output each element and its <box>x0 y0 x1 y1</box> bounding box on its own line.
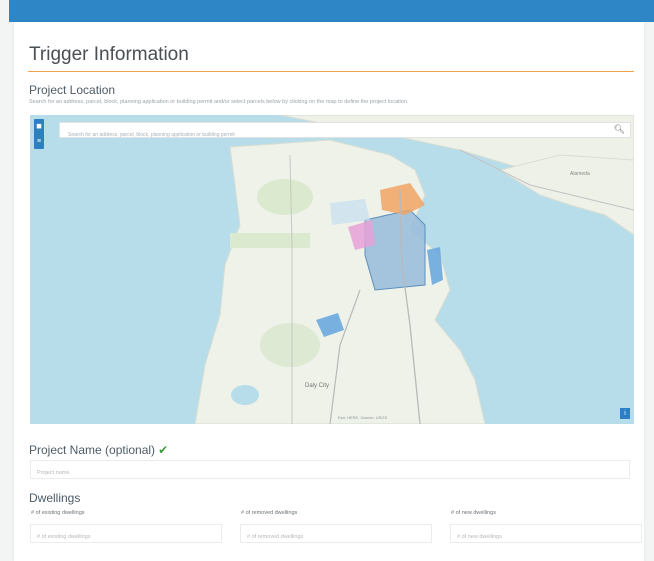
project-location-heading: Project Location <box>29 83 116 97</box>
map-layer-list-icon[interactable]: ≡ <box>34 134 44 149</box>
map-land-peninsula <box>194 139 486 424</box>
project-location-help-text: Search for an address, parcel, block, pl… <box>29 99 409 105</box>
project-name-input[interactable] <box>31 464 629 482</box>
existing-dwellings-input[interactable] <box>31 528 221 546</box>
check-icon: ✔ <box>158 443 169 457</box>
map-search-bar[interactable]: 🔍︎ <box>59 122 631 142</box>
map-info-button[interactable]: i <box>620 408 630 419</box>
map-district-blue <box>364 209 426 291</box>
map-search-input[interactable] <box>60 128 608 142</box>
removed-dwellings-label: # of removed dwellings <box>241 510 298 516</box>
trigger-information-panel: Trigger Information Project Location Sea… <box>14 22 644 561</box>
dwellings-heading: Dwellings <box>29 491 81 505</box>
map-park-presidio <box>257 179 313 215</box>
map-canvas[interactable]: Daly City Alameda <box>30 115 634 424</box>
new-dwellings-input[interactable] <box>451 528 641 546</box>
map-park-golden-gate <box>230 233 310 248</box>
project-location-map[interactable]: Daly City Alameda ◼ ≡ 🔍︎ Esri, HERE, Gar… <box>30 115 634 424</box>
map-place-alameda: Alameda <box>570 171 590 177</box>
map-land-east <box>498 154 634 236</box>
title-divider <box>28 71 634 72</box>
map-layer-toggle-icon[interactable]: ◼ <box>34 119 44 134</box>
search-icon[interactable]: 🔍︎ <box>614 124 625 135</box>
removed-dwellings-field[interactable] <box>240 524 432 546</box>
existing-dwellings-label: # of existing dwellings <box>31 510 85 516</box>
project-name-field[interactable] <box>30 460 630 482</box>
top-app-bar <box>9 0 654 22</box>
map-attribution: Esri, HERE, Garmin, USGS <box>338 415 388 420</box>
existing-dwellings-field[interactable] <box>30 524 222 546</box>
project-name-label-text: Project Name (optional) <box>29 443 156 457</box>
removed-dwellings-input[interactable] <box>241 528 431 546</box>
map-layers-control[interactable]: ◼ ≡ <box>34 119 44 149</box>
new-dwellings-label: # of new dwellings <box>451 510 496 516</box>
new-dwellings-field[interactable] <box>450 524 642 546</box>
map-park-south <box>260 323 320 367</box>
map-lake-merced <box>231 385 259 405</box>
map-place-daly-city: Daly City <box>305 383 329 389</box>
project-name-label: Project Name (optional) ✔ <box>29 443 168 457</box>
page-title: Trigger Information <box>29 44 189 65</box>
